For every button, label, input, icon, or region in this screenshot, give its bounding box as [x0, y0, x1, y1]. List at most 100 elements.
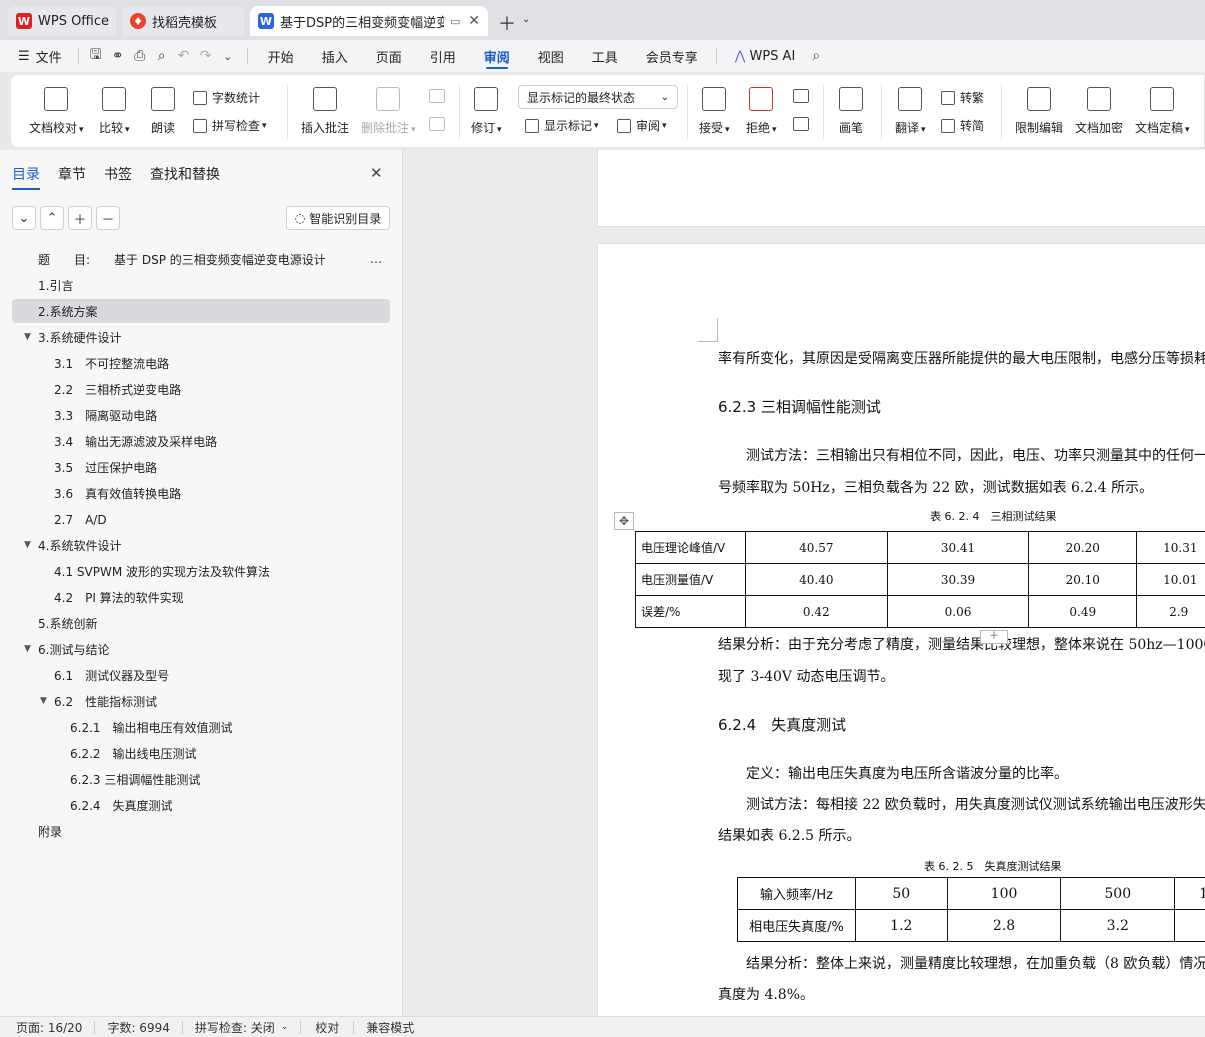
display-mode-select[interactable]: 显示标记的最终状态 ⌄ [518, 85, 678, 109]
new-tab-icon[interactable]: ＋ [498, 10, 516, 36]
toc-item[interactable]: 3.3 隔离驱动电路 [12, 403, 390, 427]
toc-item[interactable]: 6.2.4 失真度测试 [12, 793, 390, 817]
finalize-button[interactable]: 文档定稿 ▾ [1135, 87, 1190, 136]
toc-item[interactable]: 3.5 过压保护电路 [12, 455, 390, 479]
caret-down-icon[interactable]: ▼ [24, 540, 31, 550]
collapse-all-button[interactable]: ⌃ [40, 206, 64, 230]
tab-find-replace[interactable]: 查找和替换 [150, 164, 220, 184]
caret-down-icon[interactable]: ▼ [24, 332, 31, 342]
toc-item[interactable]: 2.系统方案 [12, 299, 390, 323]
toc-item-label: 3.5 过压保护电路 [54, 460, 158, 475]
toc-item[interactable]: 4.1 SVPWM 波形的实现方法及软件算法 [12, 559, 390, 583]
toc-item[interactable]: 3.4 输出无源滤波及采样电路 [12, 429, 390, 453]
next-change-icon[interactable] [793, 117, 809, 131]
previous-comment-icon[interactable] [429, 89, 445, 103]
caret-down-icon[interactable]: ▼ [24, 644, 31, 654]
toc-item[interactable]: 5.系统创新 [12, 611, 390, 635]
expand-all-button[interactable]: ⌄ [12, 206, 36, 230]
minus-icon: － [101, 212, 115, 228]
word-count-button[interactable]: 字数统计 [193, 89, 260, 106]
review-pane-button[interactable]: 审阅 ▾ [617, 117, 667, 134]
restrict-edit-button[interactable]: 限制编辑 [1015, 87, 1063, 136]
menu-review[interactable]: 审阅 [474, 40, 520, 72]
proofread-status[interactable]: 校对 [301, 1020, 355, 1035]
tab-sections[interactable]: 章节 [58, 164, 86, 184]
insert-comment-button[interactable]: 插入批注 [301, 87, 349, 136]
document-page[interactable]: 率有所变化，其原因是受隔离变压器所能提供的最大电压限制，电感分压等损耗 6.2.… [598, 244, 1205, 1016]
toc-item[interactable]: 6.2.1 输出相电压有效值测试 [12, 715, 390, 739]
read-aloud-button[interactable]: 朗读 [151, 87, 175, 136]
menu-home[interactable]: 开始 [258, 40, 304, 72]
tab-toc[interactable]: 目录 [12, 164, 40, 190]
delete-comment-button[interactable]: 删除批注 ▾ [361, 87, 416, 136]
tab-wps-office[interactable]: W WPS Office [8, 6, 116, 36]
toc-item[interactable]: 1.引言 [12, 273, 390, 297]
toc-item[interactable]: 6.2.2 输出线电压测试 [12, 741, 390, 765]
menu-view[interactable]: 视图 [528, 40, 574, 72]
redo-icon[interactable]: ↷ [195, 45, 217, 67]
menu-tools[interactable]: 工具 [582, 40, 628, 72]
page-indicator[interactable]: 页面: 16/20 [0, 1020, 96, 1035]
print-preview-icon[interactable]: ⌕ [151, 45, 173, 67]
track-changes-button[interactable]: 修订 ▾ [471, 87, 502, 136]
toc-item[interactable]: 3.1 不可控整流电路 [12, 351, 390, 375]
remove-item-button[interactable]: － [96, 206, 120, 230]
table-move-handle-icon[interactable]: ✥ [614, 512, 634, 530]
toc-item[interactable]: 6.1 测试仪器及型号 [12, 663, 390, 687]
accept-button[interactable]: 接受 ▾ [699, 87, 730, 136]
search-icon[interactable]: ⌕ [805, 45, 827, 67]
toc-item[interactable]: 2.7 A/D [12, 507, 390, 531]
toc-item[interactable]: 6.2.3 三相调幅性能测试 [12, 767, 390, 791]
doc-check-button[interactable]: 文档校对 ▾ [29, 87, 84, 136]
to-traditional-button[interactable]: 转繁 [941, 89, 984, 106]
menu-member[interactable]: 会员专享 [636, 40, 708, 72]
show-markup-button[interactable]: 显示标记 ▾ [525, 117, 599, 134]
pen-button[interactable]: 画笔 [839, 87, 863, 136]
more-icon[interactable]: … [370, 252, 382, 266]
previous-change-icon[interactable] [793, 89, 809, 103]
tab-document[interactable]: W 基于DSP的三相变频变幅逆变电 ▭ ✕ [250, 6, 488, 36]
word-count-status[interactable]: 字数: 6994 [95, 1020, 183, 1035]
toc-item[interactable]: ▼ 3.系统硬件设计 [12, 325, 390, 349]
print-icon[interactable]: ⎙ [129, 45, 151, 67]
translate-button[interactable]: 翻译 ▾ [895, 87, 926, 136]
link-icon[interactable]: ⚭ [107, 45, 129, 67]
toc-item[interactable]: ▼ 6.测试与结论 [12, 637, 390, 661]
to-simplified-button[interactable]: 转简 [941, 117, 984, 134]
toc-item[interactable]: 3.6 真有效值转换电路 [12, 481, 390, 505]
menu-references[interactable]: 引用 [420, 40, 466, 72]
reject-button[interactable]: 拒绝 ▾ [746, 87, 777, 136]
menu-page[interactable]: 页面 [366, 40, 412, 72]
toc-item[interactable]: 附录 [12, 819, 390, 843]
monitor-icon[interactable]: ▭ [450, 15, 460, 28]
add-item-button[interactable]: ＋ [68, 206, 92, 230]
tab-bookmarks[interactable]: 书签 [104, 164, 132, 184]
table-cell: 1 [1174, 877, 1205, 910]
file-menu[interactable]: ☰ 文件 [0, 40, 72, 72]
toc-item[interactable]: ▼ 6.2 性能指标测试 [12, 689, 390, 713]
toc-item[interactable]: 4.2 PI 算法的软件实现 [12, 585, 390, 609]
more-chevron-icon[interactable]: ⌄ [217, 45, 239, 67]
wps-ai-button[interactable]: ⋀ WPS AI [725, 40, 805, 72]
menu-insert[interactable]: 插入 [312, 40, 358, 72]
document-area[interactable]: 率有所变化，其原因是受隔离变压器所能提供的最大电压限制，电感分压等损耗 6.2.… [404, 150, 1205, 1016]
spell-check-status[interactable]: 拼写检查: 关闭 ⌄ [183, 1020, 302, 1035]
close-icon[interactable]: ✕ [468, 13, 480, 29]
review-pane-label: 审阅 [636, 119, 661, 133]
spell-check-button[interactable]: 拼写检查 ▾ [193, 117, 267, 134]
next-comment-icon[interactable] [429, 117, 445, 131]
toc-item[interactable]: 2.2 三相桥式逆变电路 [12, 377, 390, 401]
compare-button[interactable]: 比较 ▾ [99, 87, 130, 136]
undo-icon[interactable]: ↶ [173, 45, 195, 67]
close-icon[interactable]: ✕ [370, 164, 383, 182]
tab-docer-templates[interactable]: ♦ 找稻壳模板 [122, 6, 244, 36]
smart-toc-button[interactable]: ◌ 智能识别目录 [286, 206, 390, 230]
add-row-icon[interactable]: ＋ [980, 630, 1008, 644]
toc-item[interactable]: 题 目: 基于 DSP 的三相变频变幅逆变电源设计 … [12, 247, 390, 271]
encrypt-button[interactable]: 文档加密 [1075, 87, 1123, 136]
wps-ai-label: WPS AI [749, 48, 796, 64]
toc-item[interactable]: ▼ 4.系统软件设计 [12, 533, 390, 557]
caret-down-icon[interactable]: ▼ [40, 696, 47, 706]
chevron-down-icon[interactable]: ⌄ [522, 14, 530, 25]
save-icon[interactable]: 🖫 [85, 45, 107, 67]
